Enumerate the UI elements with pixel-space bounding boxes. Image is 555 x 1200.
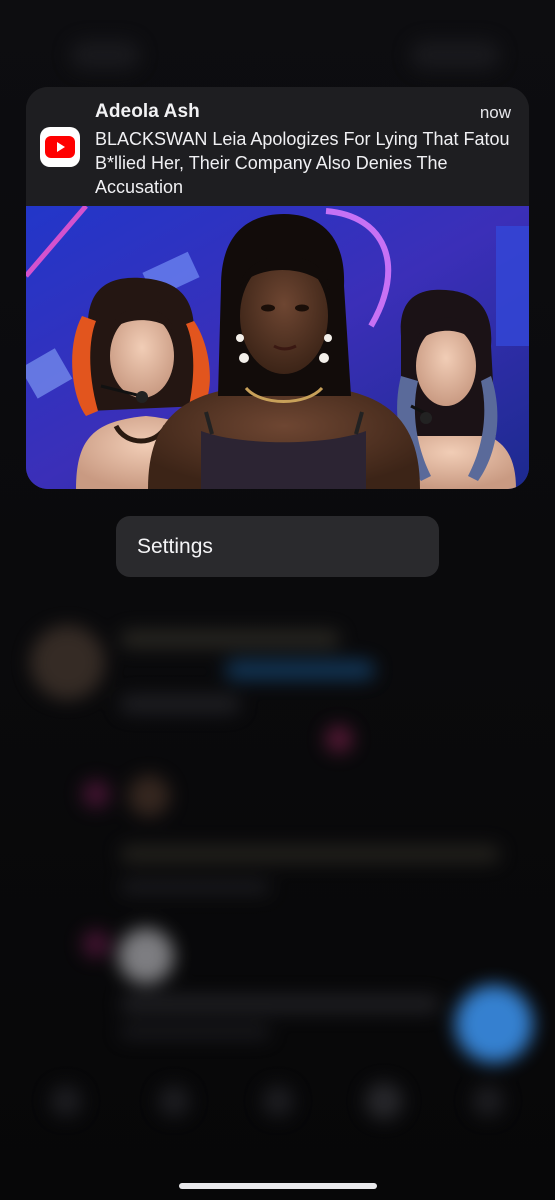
blurred-fab <box>455 985 533 1063</box>
blurred-avatar <box>128 775 170 817</box>
blurred-text-line <box>120 695 240 713</box>
notification-time: now <box>479 103 511 122</box>
lock-screen: Adeola Ash now BLACKSWAN Leia Apologizes… <box>0 0 555 1200</box>
blurred-tab-icon <box>262 1085 294 1117</box>
blurred-status-right <box>410 40 500 70</box>
blurred-status-left <box>70 40 140 70</box>
home-indicator[interactable] <box>179 1183 377 1189</box>
notification-card[interactable]: Adeola Ash now BLACKSWAN Leia Apologizes… <box>26 87 529 489</box>
blurred-avatar <box>30 625 105 700</box>
blurred-dot <box>82 930 110 958</box>
notification-body: BLACKSWAN Leia Apologizes For Lying That… <box>95 129 510 197</box>
settings-button[interactable]: Settings <box>116 516 439 577</box>
blurred-text-line <box>120 995 440 1013</box>
blurred-tab-icon <box>472 1085 504 1117</box>
blurred-dot <box>82 780 110 808</box>
blurred-text-line <box>120 880 270 894</box>
blurred-link <box>225 660 375 680</box>
settings-label: Settings <box>137 534 213 558</box>
blurred-tab-icon <box>365 1082 403 1120</box>
blurred-tab-icon <box>158 1085 190 1117</box>
notification-header: Adeola Ash now BLACKSWAN Leia Apologizes… <box>26 87 529 206</box>
blurred-avatar <box>118 928 174 984</box>
notification-sender: Adeola Ash <box>95 101 200 122</box>
blurred-text-line <box>120 630 340 648</box>
blurred-text-line <box>120 1025 270 1039</box>
blurred-tab-icon <box>50 1085 82 1117</box>
video-thumbnail[interactable] <box>26 206 529 489</box>
blurred-dot <box>325 725 353 753</box>
youtube-icon <box>40 127 80 167</box>
blurred-text-line <box>120 845 500 863</box>
